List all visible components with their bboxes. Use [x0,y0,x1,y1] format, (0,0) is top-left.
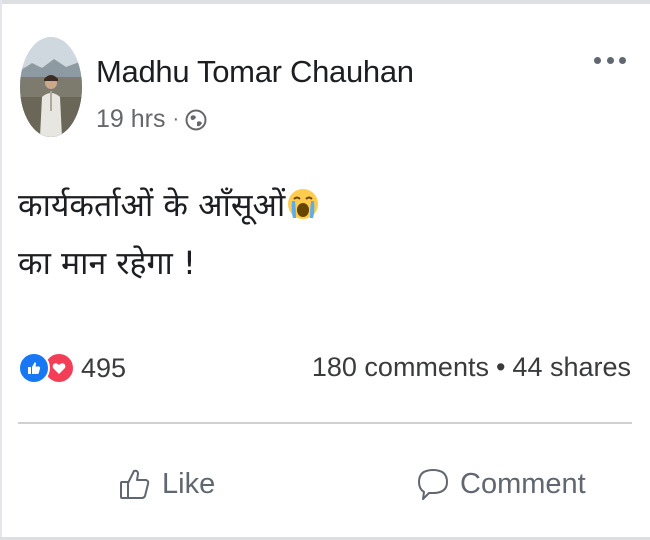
post-text-line-1: कार्यकर्ताओं के आँसूओं [18,176,320,234]
like-button-label: Like [162,467,216,500]
post-text-line-2: का मान रहेगा ! [18,244,196,282]
reactions-summary[interactable]: 495 [18,352,126,384]
engagement-summary: 180 comments • 44 shares [312,352,631,383]
crying-face-icon [286,181,320,219]
like-reaction-icon [18,352,50,384]
engagement-separator: • [495,352,506,382]
divider [18,422,632,424]
post-timestamp[interactable]: 19 hrs [96,105,165,134]
reaction-count: 495 [81,352,127,383]
comment-button-label: Comment [460,467,586,500]
globe-icon[interactable] [185,109,207,131]
comments-count-link[interactable]: 180 comments [312,352,489,383]
more-dot [606,56,614,64]
like-button[interactable]: Like [118,456,215,512]
thumbs-up-icon [120,469,150,499]
more-dot [594,56,601,64]
left-border [0,0,2,540]
avatar[interactable] [20,37,82,137]
top-border [0,0,650,4]
comment-bubble-icon [418,469,448,500]
more-options-icon[interactable] [594,50,626,70]
shares-count-link[interactable]: 44 shares [512,352,631,383]
meta-separator: · [172,108,180,130]
post-meta: 19 hrs · [96,105,207,134]
comment-button[interactable]: Comment [416,456,586,512]
post-text-line-1-content: कार्यकर्ताओं के आँसूओं [18,186,286,224]
more-dot [619,56,626,64]
author-name[interactable]: Madhu Tomar Chauhan [96,54,414,90]
post-text: कार्यकर्ताओं के आँसूओं का मान रहेगा ! [18,176,320,292]
avatar-photo [20,37,82,137]
